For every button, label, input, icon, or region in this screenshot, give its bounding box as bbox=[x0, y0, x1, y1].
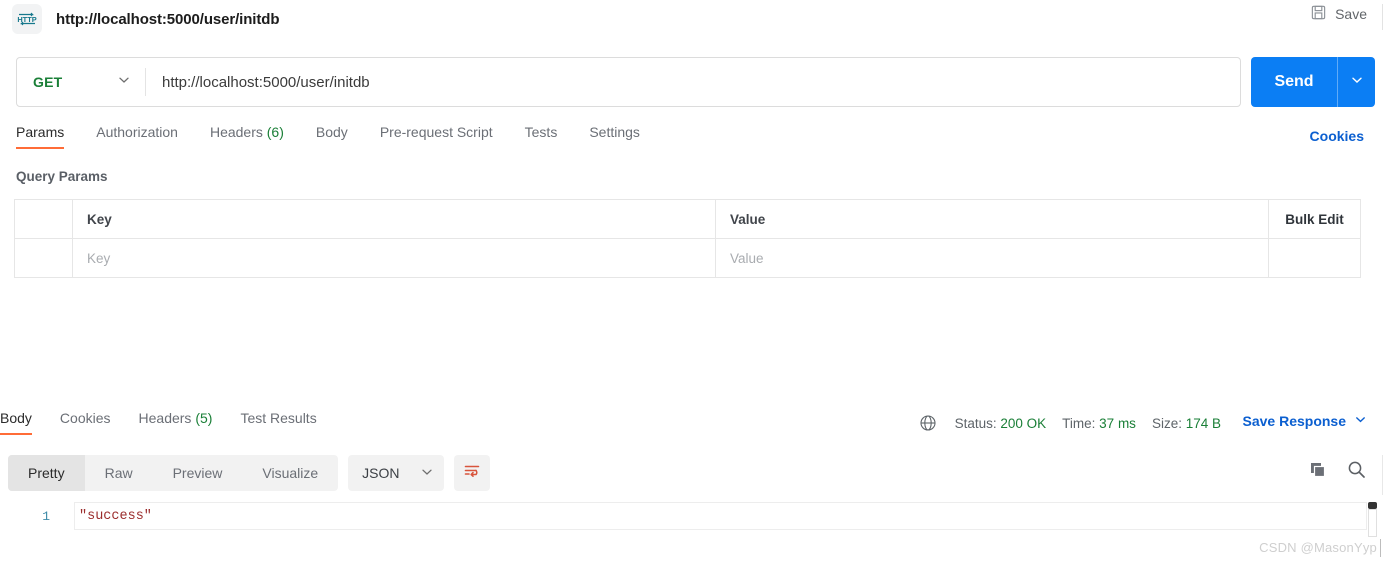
code-line[interactable]: "success" bbox=[74, 502, 1367, 530]
tab-authorization-label: Authorization bbox=[96, 124, 178, 140]
watermark: CSDN @MasonYyp bbox=[1259, 540, 1377, 555]
watermark-caret bbox=[1380, 539, 1381, 557]
tab-authorization[interactable]: Authorization bbox=[96, 124, 178, 149]
response-meta: Status: 200 OK Time: 37 ms Size: 174 B bbox=[919, 414, 1221, 432]
response-tab-body-label: Body bbox=[0, 410, 32, 426]
floppy-disk-icon bbox=[1310, 4, 1327, 24]
word-wrap-icon bbox=[462, 461, 482, 486]
body-actions-divider bbox=[1382, 455, 1383, 495]
save-response-label: Save Response bbox=[1242, 413, 1347, 429]
size-group: Size: 174 B bbox=[1152, 416, 1221, 431]
chevron-down-icon bbox=[1350, 73, 1364, 92]
response-tab-body[interactable]: Body bbox=[0, 410, 32, 435]
tab-headers[interactable]: Headers (6) bbox=[210, 124, 284, 149]
chevron-down-icon bbox=[117, 73, 131, 92]
column-header-checkbox bbox=[14, 199, 73, 239]
query-params-table: Key Value Bulk Edit Key Value bbox=[14, 199, 1361, 278]
view-mode-visualize[interactable]: Visualize bbox=[242, 455, 338, 491]
response-view-mode-group: Pretty Raw Preview Visualize bbox=[8, 455, 339, 491]
response-tab-cookies-label: Cookies bbox=[59, 410, 111, 426]
size-value: 174 B bbox=[1185, 415, 1221, 431]
param-value-input[interactable]: Value bbox=[715, 238, 1269, 278]
response-tab-test-results[interactable]: Test Results bbox=[240, 410, 316, 435]
response-tab-cookies[interactable]: Cookies bbox=[60, 410, 111, 435]
vertical-scrollbar-track[interactable] bbox=[1368, 509, 1377, 537]
row-checkbox-cell[interactable] bbox=[14, 238, 73, 278]
table-header-row: Key Value Bulk Edit bbox=[14, 199, 1361, 239]
request-url-input[interactable] bbox=[146, 58, 1240, 106]
tab-pre-request-script[interactable]: Pre-request Script bbox=[380, 124, 493, 149]
vertical-scrollbar-thumb[interactable] bbox=[1368, 502, 1377, 509]
column-header-key: Key bbox=[72, 199, 716, 239]
time-group: Time: 37 ms bbox=[1062, 416, 1136, 431]
view-mode-raw[interactable]: Raw bbox=[85, 455, 153, 491]
tab-tests[interactable]: Tests bbox=[525, 124, 558, 149]
status-label: Status: bbox=[954, 415, 997, 431]
save-label: Save bbox=[1335, 6, 1367, 22]
view-mode-preview[interactable]: Preview bbox=[153, 455, 243, 491]
response-body-toolbar: Pretty Raw Preview Visualize JSON bbox=[8, 455, 491, 491]
tab-params[interactable]: Params bbox=[16, 124, 65, 149]
status-group: Status: 200 OK bbox=[955, 416, 1047, 431]
save-request-button[interactable]: Save bbox=[1310, 4, 1367, 24]
tab-body-label: Body bbox=[315, 124, 348, 140]
method-url-group: GET bbox=[16, 57, 1241, 107]
search-icon[interactable] bbox=[1346, 459, 1367, 480]
http-method-label: GET bbox=[33, 74, 63, 90]
send-button[interactable]: Send bbox=[1251, 57, 1337, 107]
size-label: Size: bbox=[1151, 415, 1182, 431]
copy-icon[interactable] bbox=[1308, 460, 1328, 480]
row-actions-cell bbox=[1268, 238, 1361, 278]
query-params-title: Query Params bbox=[16, 169, 108, 184]
response-format-select[interactable]: JSON bbox=[348, 455, 445, 491]
svg-text:HTTP: HTTP bbox=[17, 15, 36, 24]
chevron-down-icon bbox=[1354, 413, 1367, 429]
view-mode-pretty[interactable]: Pretty bbox=[8, 455, 85, 491]
response-body-viewer: 1 "success" bbox=[0, 502, 1391, 538]
request-url-row: GET Send bbox=[16, 57, 1375, 107]
topbar-divider bbox=[1382, 4, 1383, 30]
table-row: Key Value bbox=[14, 238, 1361, 278]
code-line-text: "success" bbox=[79, 508, 152, 524]
cookies-link[interactable]: Cookies bbox=[1310, 128, 1364, 144]
tab-params-label: Params bbox=[16, 124, 65, 140]
time-value: 37 ms bbox=[1099, 415, 1136, 431]
chevron-down-icon bbox=[420, 465, 434, 482]
time-label: Time: bbox=[1062, 415, 1096, 431]
page-title: http://localhost:5000/user/initdb bbox=[56, 10, 280, 28]
response-tab-headers[interactable]: Headers (5) bbox=[139, 410, 213, 435]
tab-settings-label: Settings bbox=[589, 124, 640, 140]
http-badge-icon: HTTP bbox=[12, 4, 42, 34]
save-response-button[interactable]: Save Response bbox=[1243, 413, 1368, 429]
tab-tests-label: Tests bbox=[524, 124, 558, 140]
word-wrap-toggle[interactable] bbox=[454, 455, 491, 491]
response-tab-headers-count: (5) bbox=[195, 410, 213, 426]
send-options-caret[interactable] bbox=[1337, 57, 1375, 107]
globe-icon bbox=[919, 414, 937, 432]
response-format-label: JSON bbox=[362, 465, 400, 481]
tab-headers-count: (6) bbox=[266, 124, 284, 140]
line-number: 1 bbox=[42, 509, 50, 524]
window-tab-bar: HTTP http://localhost:5000/user/initdb S… bbox=[0, 0, 1391, 38]
tab-body[interactable]: Body bbox=[316, 124, 348, 149]
tab-headers-label: Headers bbox=[209, 124, 263, 140]
request-tabs: Params Authorization Headers (6) Body Pr… bbox=[16, 124, 1375, 154]
response-body-actions bbox=[1308, 459, 1367, 480]
response-tab-test-results-label: Test Results bbox=[240, 410, 317, 426]
response-tab-headers-label: Headers bbox=[138, 410, 192, 426]
tab-pre-request-script-label: Pre-request Script bbox=[379, 124, 493, 140]
param-key-input[interactable]: Key bbox=[72, 238, 716, 278]
column-header-value: Value bbox=[715, 199, 1269, 239]
bulk-edit-button[interactable]: Bulk Edit bbox=[1285, 212, 1344, 227]
status-value: 200 OK bbox=[1000, 415, 1047, 431]
http-method-select[interactable]: GET bbox=[17, 58, 145, 106]
tab-settings[interactable]: Settings bbox=[589, 124, 640, 149]
send-button-group: Send bbox=[1251, 57, 1375, 107]
